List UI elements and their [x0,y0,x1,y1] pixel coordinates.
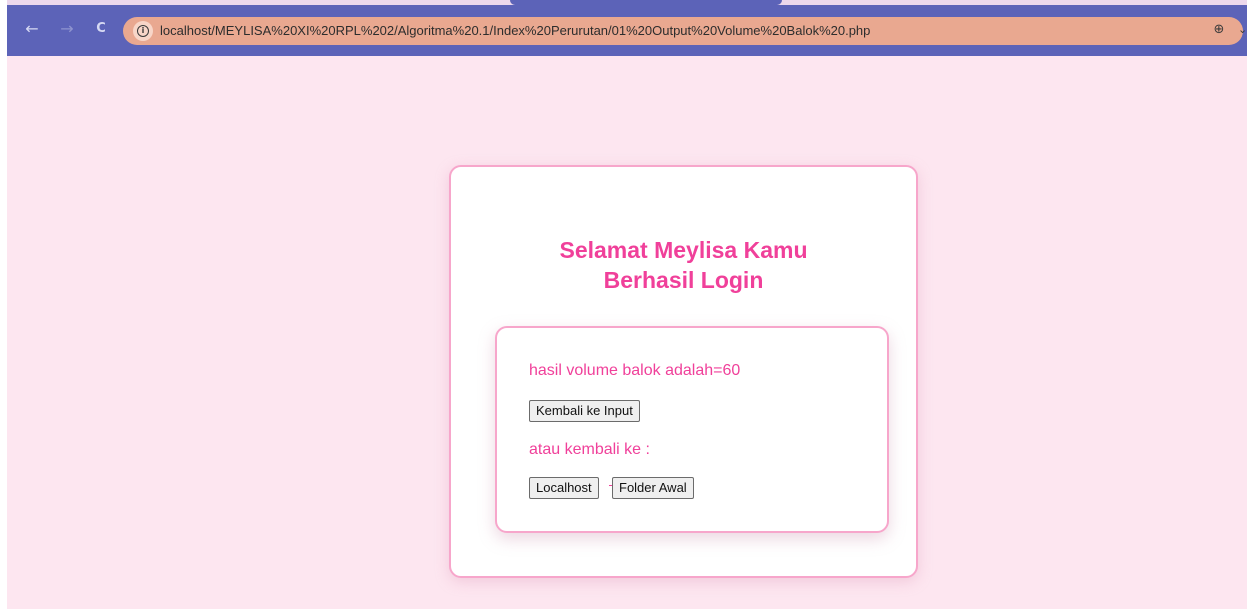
site-info-button[interactable]: i [133,21,153,41]
page-title-text: Selamat Meylisa Kamu Berhasil Login [559,237,808,293]
zoom-icon[interactable]: ⊕ [1209,20,1229,40]
login-success-card: Selamat Meylisa Kamu Berhasil Login hasi… [449,165,918,578]
reload-icon[interactable]: C [91,19,111,39]
volume-result-text: hasil volume balok adalah=60 [529,362,741,379]
url-text[interactable]: localhost/MEYLISA%20XI%20RPL%202/Algorit… [160,23,870,38]
result-card: hasil volume balok adalah=60 Kembali ke … [495,326,889,533]
window-edge [0,0,7,609]
info-icon: i [137,25,149,37]
page-title: Selamat Meylisa Kamu Berhasil Login [451,235,916,295]
localhost-button[interactable]: Localhost [529,477,599,499]
active-tab[interactable] [510,0,782,5]
or-return-text: atau kembali ke : [529,441,650,458]
back-icon[interactable]: ← [22,19,42,39]
folder-awal-button[interactable]: Folder Awal [612,477,694,499]
chevron-down-icon[interactable]: ⌄ [1238,20,1247,40]
forward-icon[interactable]: → [57,19,77,39]
back-to-input-button[interactable]: Kembali ke Input [529,400,640,422]
